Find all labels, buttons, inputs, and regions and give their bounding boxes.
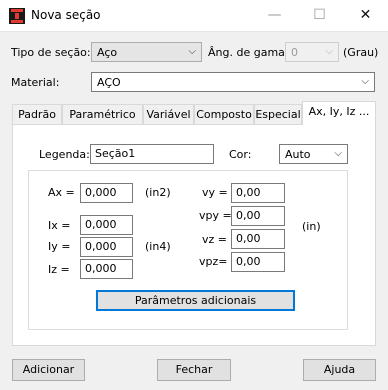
- gamma-value: 0: [291, 46, 298, 59]
- i-unit: (in4): [145, 240, 171, 253]
- legend-label: Legenda:: [39, 148, 90, 161]
- window-title: Nova seção: [31, 8, 101, 22]
- vpy-input[interactable]: 0,00: [231, 206, 285, 226]
- tab-padrao[interactable]: Padrão: [12, 104, 62, 124]
- section-type-label: Tipo de seção:: [11, 46, 91, 59]
- app-icon: [9, 8, 25, 24]
- tab-especial[interactable]: Especial: [254, 104, 302, 124]
- vz-input[interactable]: 0,00: [231, 229, 285, 249]
- vz-label: vz =: [202, 233, 227, 246]
- color-select[interactable]: Auto ⌵: [279, 144, 348, 164]
- gamma-unit: (Grau): [343, 46, 379, 59]
- color-label: Cor:: [229, 148, 252, 161]
- ix-input[interactable]: 0,000: [80, 215, 133, 235]
- ax-unit: (in2): [145, 186, 171, 199]
- chevron-down-icon: ⌵: [188, 46, 196, 57]
- section-type-select[interactable]: Aço ⌵: [91, 42, 202, 62]
- close-button[interactable]: ✕: [343, 0, 388, 31]
- tab-variavel[interactable]: Variável: [143, 104, 194, 124]
- material-value: AÇO: [97, 76, 121, 89]
- additional-parameters-button[interactable]: Parâmetros adicionais: [96, 290, 295, 311]
- minimize-button[interactable]: —: [252, 0, 297, 31]
- ax-label: Ax =: [48, 186, 75, 199]
- vpz-label: vpz=: [199, 255, 228, 268]
- material-select[interactable]: AÇO ⌵: [91, 72, 375, 92]
- section-type-value: Aço: [97, 46, 118, 59]
- chevron-down-icon: ⌵: [334, 148, 342, 159]
- vpy-label: vpy =: [199, 209, 232, 222]
- help-button[interactable]: Ajuda: [303, 359, 376, 381]
- v-unit: (in): [302, 220, 321, 233]
- legend-input[interactable]: Seção1: [90, 144, 214, 164]
- vy-input[interactable]: 0,00: [231, 183, 285, 203]
- close-dialog-button[interactable]: Fechar: [157, 359, 231, 381]
- material-label: Material:: [11, 76, 60, 89]
- vpz-input[interactable]: 0,00: [231, 252, 285, 272]
- iz-input[interactable]: 0,000: [80, 259, 133, 279]
- iz-label: Iz =: [48, 263, 70, 276]
- chevron-down-icon: ⌵: [325, 46, 333, 57]
- chevron-down-icon: ⌵: [361, 76, 369, 87]
- ix-label: Ix =: [48, 219, 71, 232]
- tab-parametrico[interactable]: Paramétrico: [62, 104, 143, 124]
- gamma-select[interactable]: 0 ⌵: [285, 42, 339, 62]
- tab-composto[interactable]: Composto: [194, 104, 254, 124]
- gamma-label: Âng. de gama:: [208, 46, 289, 59]
- color-value: Auto: [285, 148, 311, 161]
- maximize-button[interactable]: ☐: [297, 0, 342, 31]
- tab-ax-iy-iz[interactable]: Ax, Iy, Iz ...: [302, 101, 376, 125]
- iy-input[interactable]: 0,000: [80, 237, 133, 257]
- add-button[interactable]: Adicionar: [12, 359, 85, 381]
- iy-label: Iy =: [48, 240, 71, 253]
- tab-strip: Padrão Paramétrico Variável Composto Esp…: [12, 101, 376, 125]
- vy-label: vy =: [202, 186, 228, 199]
- ax-input[interactable]: 0,000: [80, 183, 133, 203]
